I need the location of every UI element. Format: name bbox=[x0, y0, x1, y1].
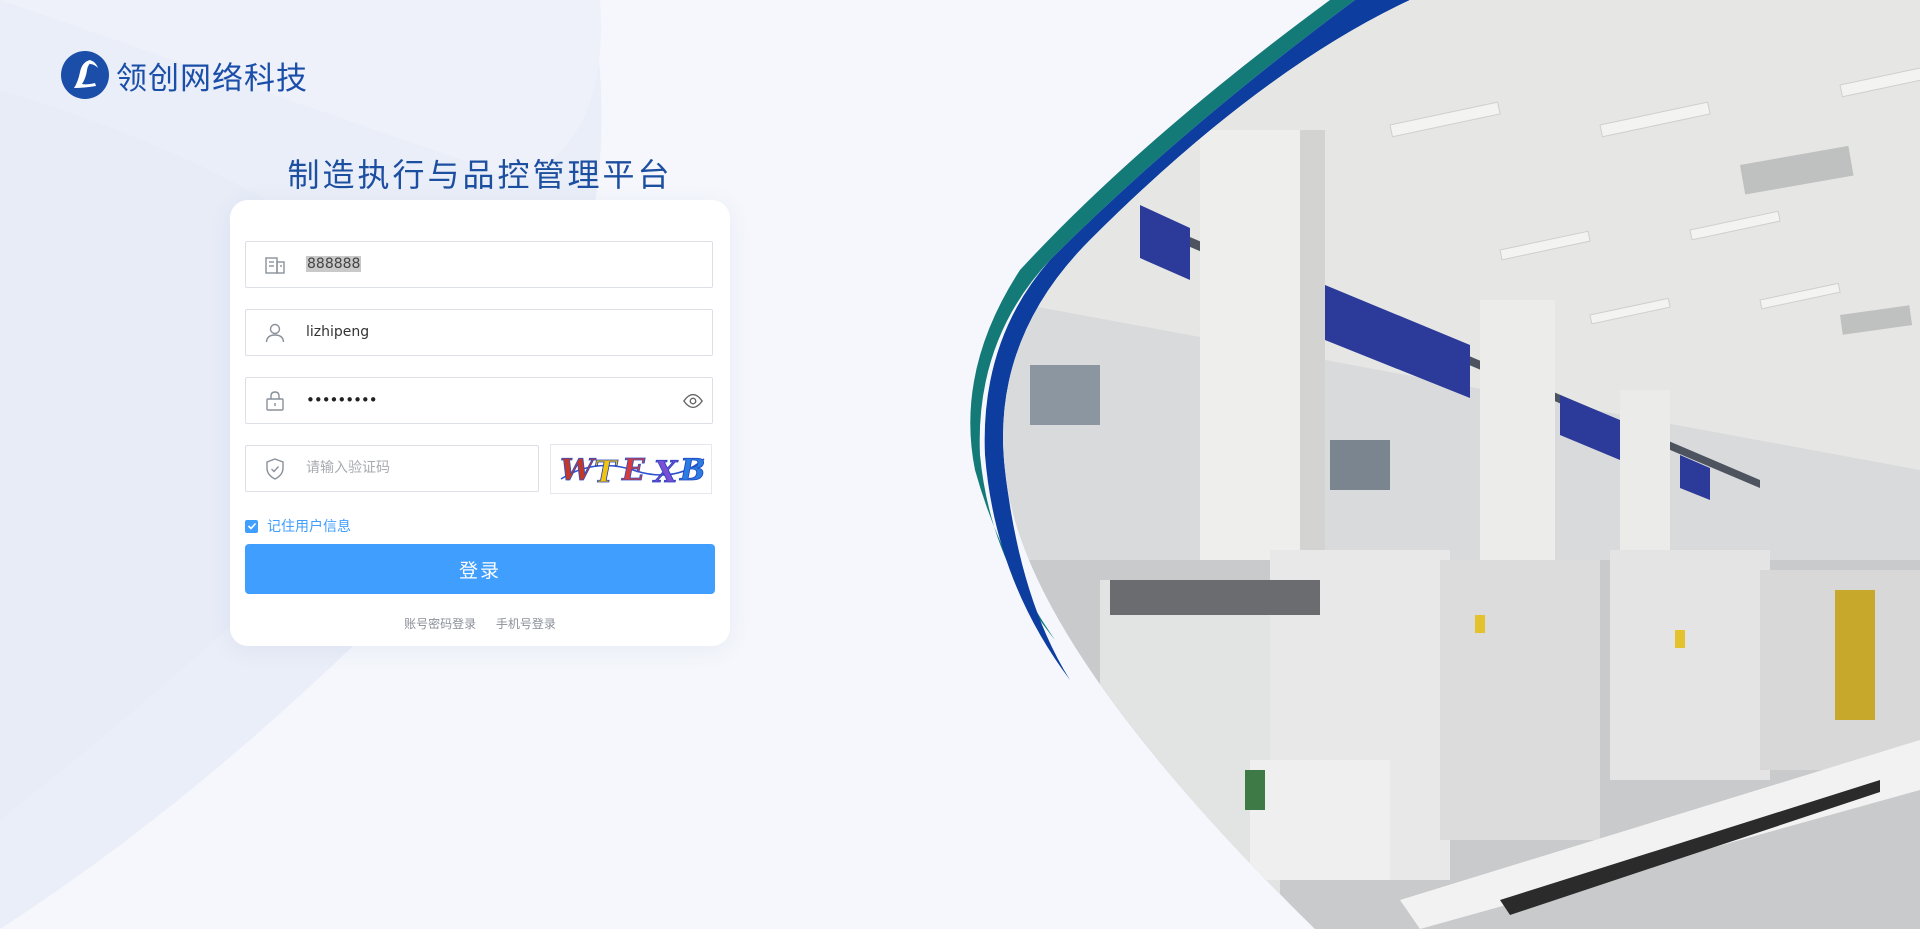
brand-logo: 领创网络科技 bbox=[60, 50, 308, 100]
password-input[interactable]: ••••••••• bbox=[306, 378, 378, 423]
captcha-glyphs: W T E X B bbox=[560, 453, 706, 489]
svg-text:X: X bbox=[652, 455, 683, 489]
captcha-input[interactable]: 请输入验证码 bbox=[306, 446, 390, 491]
remember-checkbox[interactable] bbox=[245, 519, 258, 533]
tenant-field[interactable]: 888888 bbox=[245, 241, 713, 288]
remember-label: 记住用户信息 bbox=[267, 519, 351, 535]
account-login-link[interactable]: 账号密码登录 bbox=[404, 617, 476, 631]
brand-name: 领创网络科技 bbox=[116, 60, 308, 97]
login-mode-switcher: 账号密码登录 手机号登录 bbox=[230, 615, 730, 632]
phone-login-link[interactable]: 手机号登录 bbox=[496, 617, 556, 631]
captcha-image[interactable]: W T E X B bbox=[550, 444, 712, 494]
eye-icon[interactable] bbox=[682, 390, 704, 412]
lock-icon bbox=[263, 389, 287, 413]
building-icon bbox=[263, 253, 287, 277]
svg-text:E: E bbox=[621, 453, 651, 488]
user-icon bbox=[263, 321, 287, 345]
username-input[interactable]: lizhipeng bbox=[306, 310, 369, 355]
shield-icon bbox=[263, 457, 287, 481]
svg-text:B: B bbox=[679, 453, 706, 488]
remember-me[interactable]: 记住用户信息 bbox=[245, 516, 351, 536]
tenant-input[interactable]: 888888 bbox=[306, 256, 362, 272]
page-title: 制造执行与品控管理平台 bbox=[287, 156, 673, 194]
username-field[interactable]: lizhipeng bbox=[245, 309, 713, 356]
check-icon bbox=[247, 522, 256, 530]
login-card: 888888 lizhipeng ••••••••• 请输入验证码 W T E … bbox=[230, 200, 730, 646]
captcha-field[interactable]: 请输入验证码 bbox=[245, 445, 539, 492]
brand-mark-icon bbox=[61, 51, 109, 99]
login-button[interactable]: 登录 bbox=[245, 544, 715, 594]
password-field[interactable]: ••••••••• bbox=[245, 377, 713, 424]
svg-text:T: T bbox=[594, 455, 622, 489]
